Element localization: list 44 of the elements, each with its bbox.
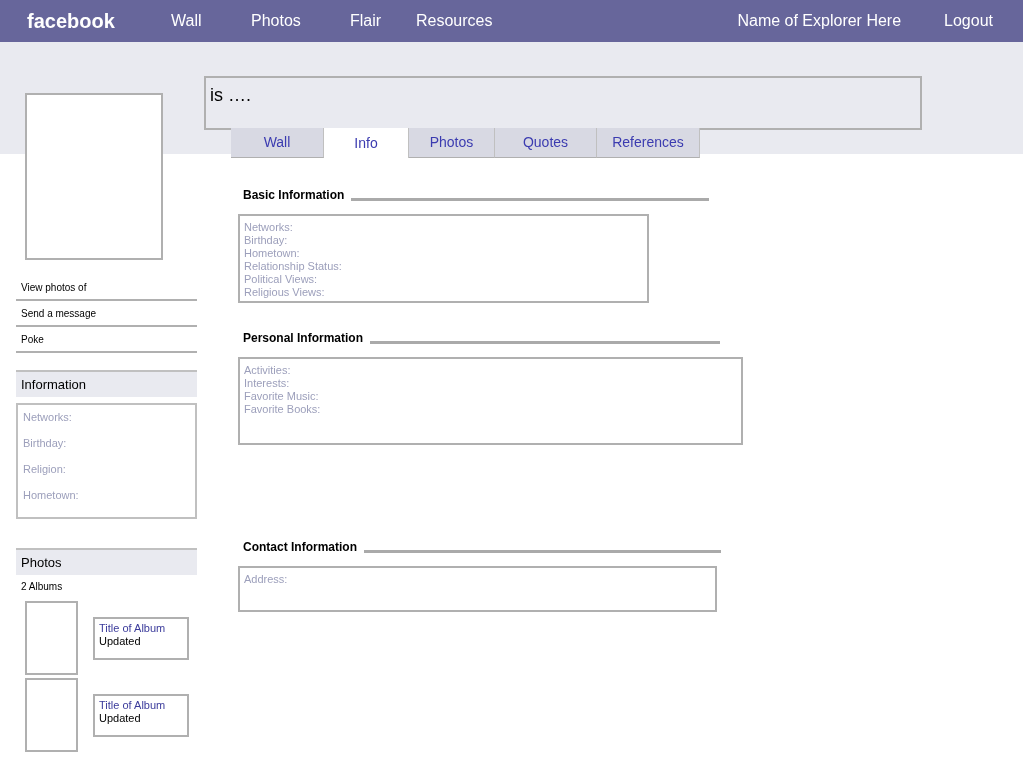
profile-tab[interactable]: Photos bbox=[409, 128, 495, 158]
field-label: Favorite Music: bbox=[244, 390, 320, 403]
field-label: Birthday: bbox=[23, 436, 68, 451]
album-title[interactable]: Title of Album bbox=[99, 698, 187, 712]
album-card[interactable]: Title of Album Updated bbox=[93, 693, 189, 737]
album-updated: Updated bbox=[99, 711, 142, 725]
field-label: Religion: bbox=[23, 462, 67, 477]
nav-link[interactable]: Wall bbox=[171, 9, 251, 33]
profile-tab[interactable]: Quotes bbox=[495, 128, 597, 158]
album-count: 2 Albums bbox=[20, 580, 64, 594]
field-label: Activities: bbox=[244, 364, 292, 377]
nav-link[interactable]: Flair bbox=[350, 9, 416, 33]
field-label: Interests: bbox=[244, 377, 291, 390]
field-label: Networks: bbox=[244, 221, 294, 234]
field-label: Religious Views: bbox=[244, 286, 326, 299]
profile-name-link[interactable]: Name of Explorer Here bbox=[737, 9, 902, 33]
album-updated: Updated bbox=[99, 634, 142, 648]
nav-link[interactable]: Resources bbox=[416, 9, 493, 33]
album-thumbnail-placeholder[interactable] bbox=[25, 678, 78, 752]
section-title: Personal Information bbox=[243, 330, 364, 347]
field-label: Political Views: bbox=[244, 273, 319, 286]
profile-tab[interactable]: Wall bbox=[231, 128, 324, 158]
logout-link[interactable]: Logout bbox=[944, 9, 993, 33]
album-thumbnail-placeholder[interactable] bbox=[25, 601, 78, 675]
nav-link[interactable]: Photos bbox=[251, 9, 350, 33]
field-label: Hometown: bbox=[23, 488, 80, 503]
field-label: Hometown: bbox=[244, 247, 301, 260]
field-label: Address: bbox=[244, 573, 289, 586]
field-label: Networks: bbox=[23, 410, 73, 425]
album-title[interactable]: Title of Album bbox=[99, 621, 187, 635]
profile-action-link[interactable]: Send a message bbox=[16, 301, 197, 327]
section-title: Contact Information bbox=[243, 539, 357, 556]
logo[interactable]: facebook bbox=[27, 6, 171, 36]
field-label: Favorite Books: bbox=[244, 403, 322, 416]
section-header: Information bbox=[16, 370, 197, 397]
section-title: Basic Information bbox=[243, 187, 345, 204]
section-header: Photos bbox=[16, 548, 197, 575]
field-label: Relationship Status: bbox=[244, 260, 343, 273]
field-label: Birthday: bbox=[244, 234, 289, 247]
album-card[interactable]: Title of Album Updated bbox=[93, 616, 189, 660]
profile-action-link[interactable]: Poke bbox=[16, 327, 197, 353]
profile-action-link[interactable]: View photos of bbox=[16, 275, 197, 301]
profile-tab[interactable]: Info bbox=[324, 128, 409, 158]
profile-tab[interactable]: References bbox=[597, 128, 700, 158]
